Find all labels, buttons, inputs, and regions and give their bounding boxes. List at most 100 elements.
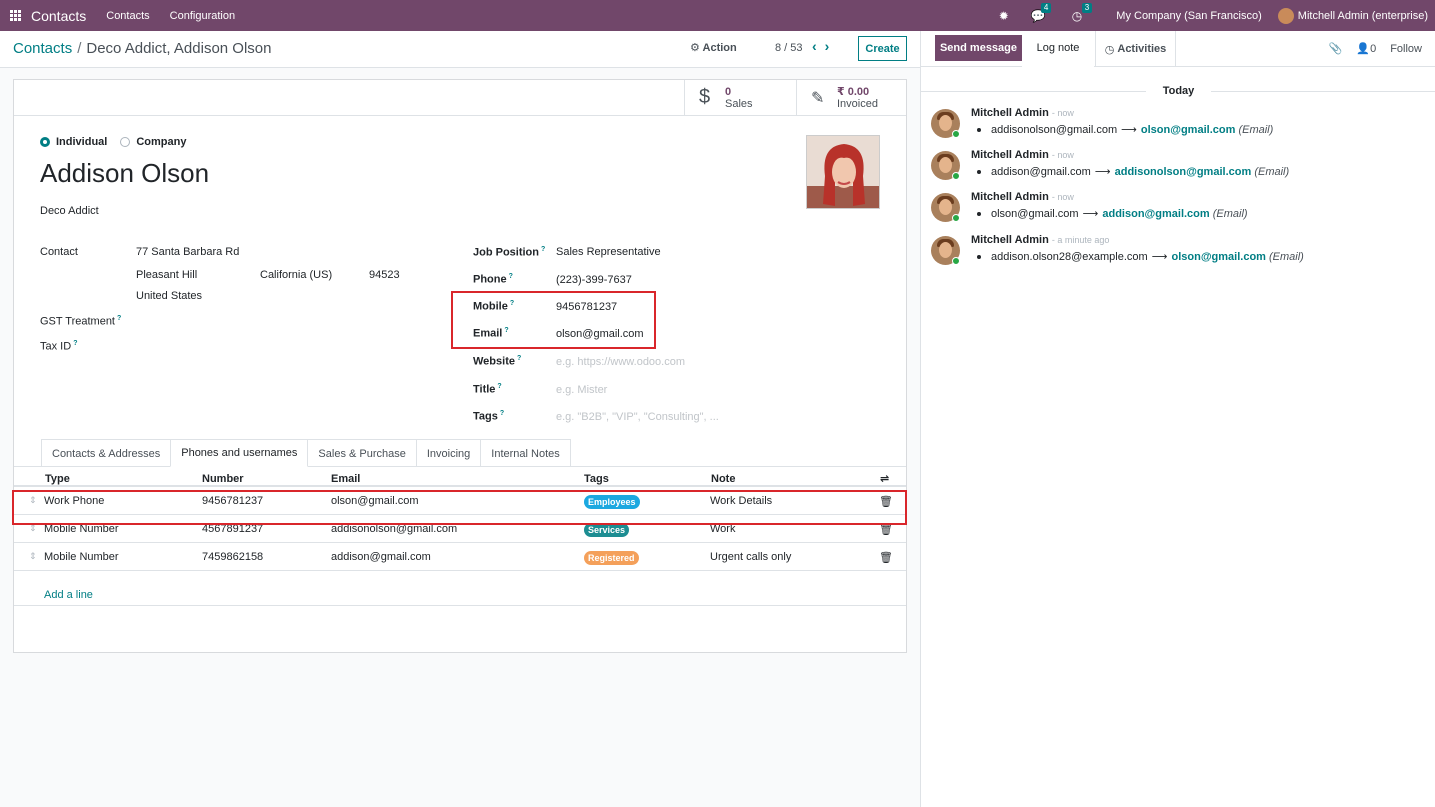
date-separator-today: Today — [1162, 85, 1195, 97]
company-switcher[interactable]: My Company (San Francisco) — [1116, 10, 1262, 22]
bullet-icon — [977, 128, 981, 133]
help-tooltip-icon[interactable]: ? — [497, 383, 501, 390]
messages-icon[interactable]: 💬 4 — [1031, 2, 1052, 23]
title-label: Title? — [473, 383, 502, 396]
tracking-old-value: addison@gmail.com — [991, 166, 1091, 178]
tab-invoicing[interactable]: Invoicing — [415, 439, 482, 467]
radio-individual[interactable] — [40, 137, 50, 147]
parent-company-field[interactable]: Deco Addict — [40, 205, 99, 217]
bullet-icon — [977, 170, 981, 175]
top-navbar: Contacts Contacts Configuration ✹ 💬 4 ◷ 3 … — [0, 0, 1435, 31]
bullet-icon — [977, 212, 981, 217]
activities-button[interactable]: ◷ Activities — [1095, 31, 1176, 67]
radio-company[interactable] — [120, 137, 131, 147]
breadcrumb-current: Deco Addict, Addison Olson — [86, 40, 272, 57]
create-button[interactable]: Create — [858, 36, 907, 61]
city-field[interactable]: Pleasant Hill — [136, 269, 197, 281]
optional-columns-toggle-icon[interactable]: ⇌ — [880, 472, 889, 485]
control-panel: Contacts / Deco Addict, Addison Olson ⚙ Ac… — [0, 31, 920, 68]
follow-button[interactable]: Follow — [1390, 43, 1422, 55]
help-tooltip-icon[interactable]: ? — [509, 273, 513, 280]
user-name: Mitchell Admin (enterprise) — [1297, 9, 1428, 22]
row-type[interactable]: Mobile Number — [44, 551, 119, 563]
paperclip-icon[interactable]: 📎 — [1329, 42, 1343, 55]
send-message-button[interactable]: Send message — [935, 35, 1022, 61]
tracking-field-name: (Email) — [1212, 208, 1248, 220]
tags-field[interactable]: e.g. "B2B", "VIP", "Consulting", ... — [556, 411, 719, 423]
sales-value: 0 — [725, 85, 732, 98]
phone-field[interactable]: (223)-399-7637 — [556, 274, 632, 286]
pager-previous-icon[interactable]: ‹ — [812, 38, 825, 54]
street-field[interactable]: 77 Santa Barbara Rd — [136, 246, 239, 258]
help-tooltip-icon[interactable]: ? — [517, 355, 521, 362]
pager-value[interactable]: 8 / 53 — [775, 42, 803, 54]
header-number[interactable]: Number — [202, 473, 244, 485]
action-button[interactable]: ⚙ Action — [690, 41, 737, 54]
user-menu[interactable]: Mitchell Admin (enterprise) — [1277, 7, 1428, 24]
sales-smart-button[interactable]: $ 0 Sales — [684, 80, 796, 115]
tag-badge[interactable]: Services — [584, 523, 630, 537]
table-bottom-border — [14, 605, 906, 606]
header-note[interactable]: Note — [711, 473, 735, 485]
drag-handle-icon[interactable]: ⇕ — [29, 551, 37, 562]
help-tooltip-icon[interactable]: ? — [73, 340, 77, 347]
message-author[interactable]: Mitchell Admin — [971, 234, 1049, 246]
online-status-icon — [952, 172, 960, 180]
help-tooltip-icon[interactable]: ? — [117, 315, 121, 322]
message-author[interactable]: Mitchell Admin — [971, 107, 1049, 119]
message-author[interactable]: Mitchell Admin — [971, 149, 1049, 161]
tracking-old-value: addisonolson@gmail.com — [991, 124, 1118, 136]
breadcrumb-contacts-link[interactable]: Contacts — [13, 40, 72, 57]
app-name[interactable]: Contacts — [31, 8, 86, 24]
tab-sales-purchase[interactable]: Sales & Purchase — [307, 439, 417, 467]
tax-id-label: Tax ID? — [40, 340, 77, 353]
row-email[interactable]: addison@gmail.com — [331, 551, 431, 563]
tab-contacts-addresses[interactable]: Contacts & Addresses — [41, 439, 172, 467]
radio-individual-label[interactable]: Individual — [56, 136, 107, 148]
tracking-old-value: addison.olson28@example.com — [991, 251, 1148, 263]
menu-configuration[interactable]: Configuration — [170, 10, 235, 22]
job-position-label: Job Position? — [473, 246, 545, 259]
delete-row-icon[interactable]: 🗑 — [879, 551, 893, 564]
title-text: Title — [473, 383, 496, 396]
bug-icon[interactable]: ✹ — [999, 9, 1009, 23]
help-tooltip-icon[interactable]: ? — [500, 410, 504, 417]
phone-label: Phone? — [473, 273, 513, 286]
sales-label: Sales — [725, 97, 753, 110]
row-number[interactable]: 7459862158 — [202, 551, 263, 563]
help-tooltip-icon[interactable]: ? — [541, 246, 545, 253]
arrow-right-icon: ⟶ — [1082, 208, 1099, 220]
tab-phones-usernames[interactable]: Phones and usernames — [170, 439, 309, 467]
menu-contacts[interactable]: Contacts — [106, 10, 149, 22]
tag-badge[interactable]: Registered — [584, 551, 639, 565]
tab-internal-notes[interactable]: Internal Notes — [480, 439, 571, 467]
invoiced-smart-button[interactable]: ✎ ₹ 0.00 Invoiced — [796, 80, 906, 115]
row-note[interactable]: Urgent calls only — [710, 551, 791, 563]
tax-id-text: Tax ID — [40, 340, 72, 353]
log-note-button[interactable]: Log note — [1022, 31, 1094, 67]
header-email[interactable]: Email — [331, 473, 360, 485]
table-row[interactable]: ⇕ Mobile Number 7459862158 addison@gmail… — [14, 543, 906, 571]
tags-text: Tags — [473, 410, 498, 423]
activities-clock-icon[interactable]: ◷ 3 — [1072, 2, 1093, 23]
title-field[interactable]: e.g. Mister — [556, 384, 607, 396]
radio-company-label[interactable]: Company — [136, 136, 186, 148]
bullet-icon — [977, 255, 981, 260]
website-field[interactable]: e.g. https://www.odoo.com — [556, 356, 685, 368]
state-field[interactable]: California (US) — [260, 269, 332, 281]
header-tags[interactable]: Tags — [584, 473, 609, 485]
country-field[interactable]: United States — [136, 290, 202, 302]
message-author[interactable]: Mitchell Admin — [971, 191, 1049, 203]
followers-button[interactable]: 👤0 — [1356, 42, 1376, 55]
job-position-field[interactable]: Sales Representative — [556, 246, 661, 258]
contact-photo[interactable] — [806, 135, 880, 209]
partner-name-field[interactable]: Addison Olson — [40, 158, 209, 189]
website-text: Website — [473, 355, 515, 368]
notebook-tabs: Contacts & Addresses Phones and username… — [41, 439, 571, 467]
header-type[interactable]: Type — [45, 473, 70, 485]
zip-field[interactable]: 94523 — [369, 269, 400, 281]
pager-next-icon[interactable]: › — [825, 38, 838, 54]
chatter-message: Mitchell Admin - now addison@gmail.com ⟶ ad… — [931, 149, 1431, 189]
apps-menu-icon[interactable] — [10, 10, 21, 21]
add-line-link[interactable]: Add a line — [44, 589, 93, 601]
